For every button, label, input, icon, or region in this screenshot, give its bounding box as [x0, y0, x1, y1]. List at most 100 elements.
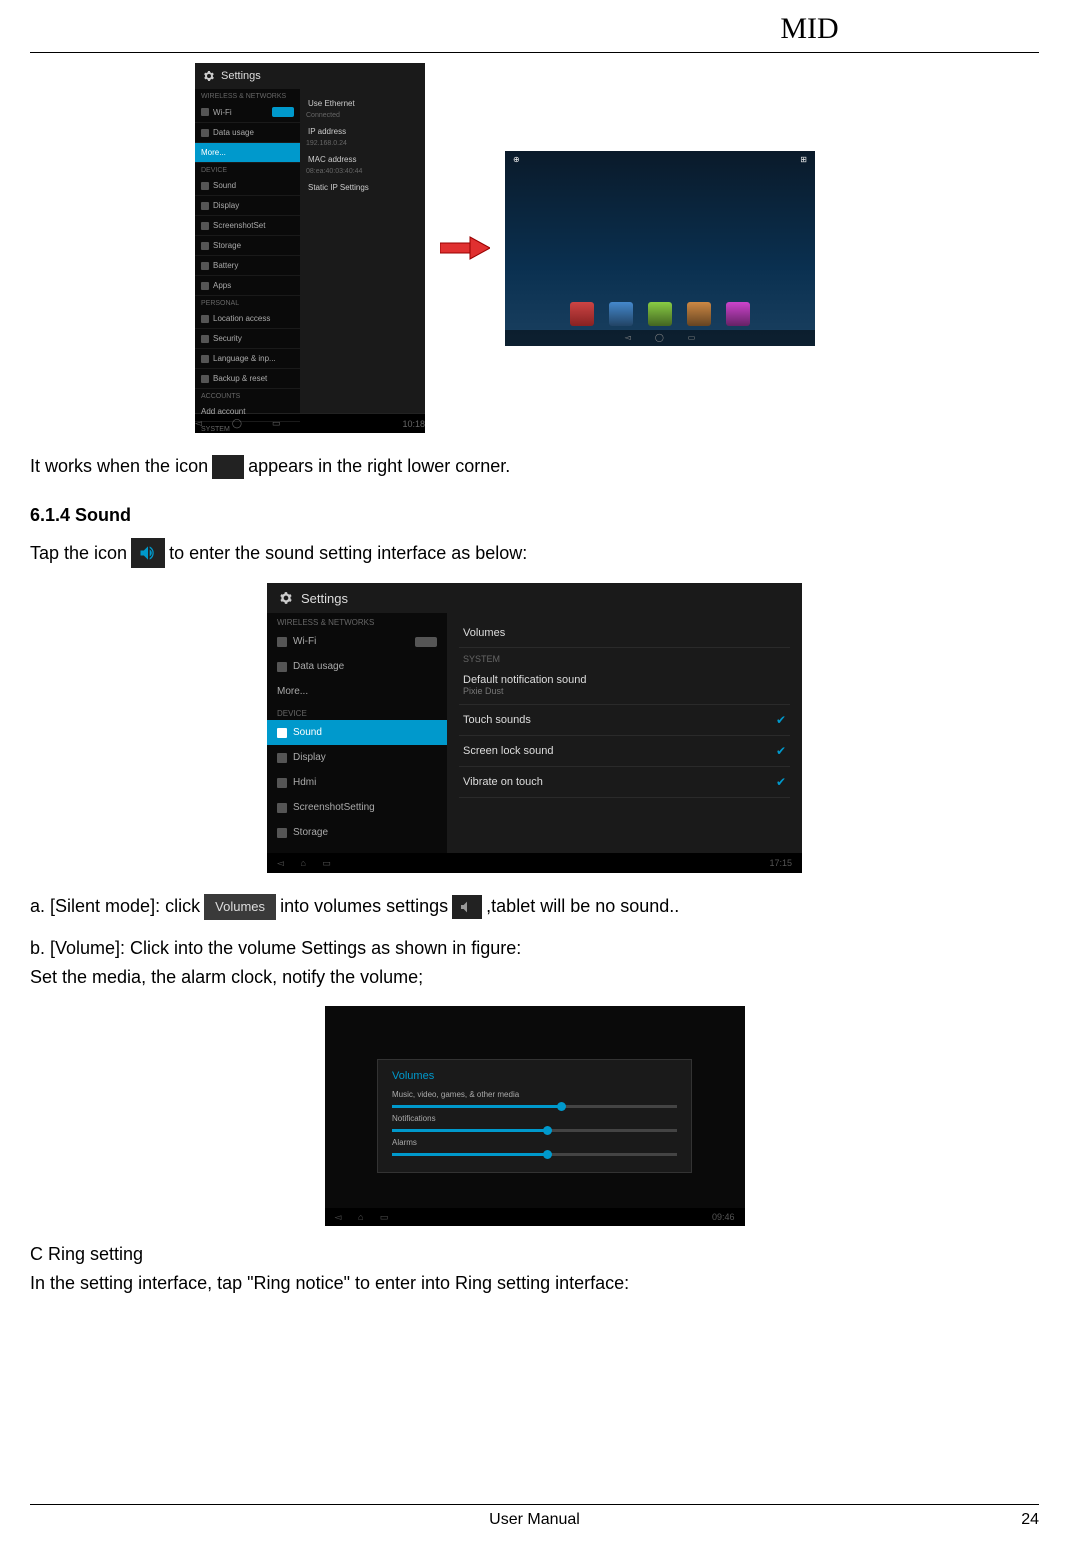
sss-right-lock[interactable]: Screen lock sound✔ — [459, 736, 790, 767]
display-icon — [277, 753, 287, 763]
ss1-titlebar: Settings — [195, 63, 425, 89]
dock-icon-2[interactable] — [609, 302, 633, 326]
ss1-right-mac-value: 08:ea:40:03:40:44 — [306, 168, 419, 179]
storage-icon — [277, 828, 287, 838]
ss2-dock — [570, 302, 750, 326]
homescreen-screenshot: ⊕ ⊞ ◅ ◯ ▭ — [505, 151, 815, 346]
ss1-item-backup[interactable]: Backup & reset — [195, 369, 300, 389]
back-icon[interactable]: ◅ — [625, 333, 631, 342]
wifi-toggle[interactable] — [415, 637, 437, 647]
sss-item-more[interactable]: More... — [267, 679, 447, 704]
ss1-right-ip-value: 192.168.0.24 — [306, 140, 419, 151]
para-ring-c: C Ring setting — [30, 1241, 1039, 1268]
ss1-item-location[interactable]: Location access — [195, 309, 300, 329]
volume-dialog: Volumes Music, video, games, & other med… — [377, 1059, 692, 1173]
home-icon[interactable]: ◯ — [232, 418, 242, 429]
recent-icon[interactable]: ▭ — [688, 333, 696, 342]
ss1-right-connected: Connected — [306, 112, 419, 123]
ss1-right-ethernet[interactable]: Use Ethernet — [306, 95, 419, 112]
dock-icon-1[interactable] — [570, 302, 594, 326]
ss1-section-personal: PERSONAL — [195, 296, 300, 309]
sound-settings-icon — [131, 538, 165, 568]
ss1-item-display[interactable]: Display — [195, 196, 300, 216]
back-icon[interactable]: ◅ — [335, 1212, 342, 1222]
sss-section-device: DEVICE — [267, 704, 447, 720]
ss1-section-wireless: WIRELESS & NETWORKS — [195, 89, 300, 102]
ss1-item-storage[interactable]: Storage — [195, 236, 300, 256]
dock-icon-4[interactable] — [687, 302, 711, 326]
sss-right-volumes[interactable]: Volumes — [459, 619, 790, 648]
para-tap-icon: Tap the icon to enter the sound setting … — [30, 538, 1039, 568]
ss1-item-addaccount[interactable]: Add account — [195, 402, 300, 422]
ss1-item-battery[interactable]: Battery — [195, 256, 300, 276]
page-footer: User Manual 24 — [30, 1504, 1039, 1529]
hdmi-icon — [277, 778, 287, 788]
para-silent-mode: a. [Silent mode]: click Volumes into vol… — [30, 893, 1039, 920]
wifi-icon — [277, 637, 287, 647]
ss1-item-sound[interactable]: Sound — [195, 176, 300, 196]
home-icon[interactable]: ⌂ — [358, 1212, 363, 1222]
google-hint[interactable]: ⊕ — [513, 155, 520, 169]
sss-right-vibrate[interactable]: Vibrate on touch✔ — [459, 767, 790, 798]
ss1-item-apps[interactable]: Apps — [195, 276, 300, 296]
display-icon — [201, 202, 209, 210]
sss-item-wifi[interactable]: Wi-Fi — [267, 629, 447, 654]
dock-icon-3[interactable] — [648, 302, 672, 326]
sss-right-notif[interactable]: Default notification sound Pixie Dust — [459, 666, 790, 705]
sss-item-storage[interactable]: Storage — [267, 820, 447, 845]
ss1-title: Settings — [221, 70, 261, 82]
media-slider[interactable] — [392, 1105, 677, 1108]
sss-right-touch[interactable]: Touch sounds✔ — [459, 705, 790, 736]
ss2-navbar: ◅ ◯ ▭ — [505, 330, 815, 346]
footer-rule — [30, 1504, 1039, 1505]
sss-titlebar: Settings — [267, 583, 802, 613]
ss1-item-wifi[interactable]: Wi-Fi — [195, 102, 300, 123]
para-volume-c: Set the media, the alarm clock, notify t… — [30, 964, 1039, 991]
back-icon[interactable]: ◅ — [195, 418, 202, 429]
recent-icon[interactable]: ▭ — [322, 858, 331, 868]
sss-item-data[interactable]: Data usage — [267, 654, 447, 679]
dock-icon-5[interactable] — [726, 302, 750, 326]
ss1-item-security[interactable]: Security — [195, 329, 300, 349]
notif-slider[interactable] — [392, 1129, 677, 1132]
home-icon[interactable]: ⌂ — [300, 858, 305, 868]
ss1-right-staticip[interactable]: Static IP Settings — [306, 179, 419, 196]
ss1-section-device: DEVICE — [195, 163, 300, 176]
media-slider-label: Music, video, games, & other media — [392, 1090, 677, 1099]
heading-sound: 6.1.4 Sound — [30, 505, 1039, 526]
para-it-works: It works when the icon appears in the ri… — [30, 453, 1039, 480]
alarm-slider[interactable] — [392, 1153, 677, 1156]
recent-icon[interactable]: ▭ — [272, 418, 281, 429]
sss-section-wireless: WIRELESS & NETWORKS — [267, 613, 447, 629]
ssv-time: 09:46 — [712, 1212, 735, 1222]
sss-item-screenshot[interactable]: ScreenshotSetting — [267, 795, 447, 820]
volume-dialog-title: Volumes — [392, 1070, 677, 1082]
ss1-right-pane: Use Ethernet Connected IP address 192.16… — [300, 89, 425, 413]
ss1-item-more[interactable]: More... — [195, 143, 300, 163]
wifi-toggle[interactable] — [272, 107, 294, 117]
gear-icon — [203, 70, 215, 82]
storage-icon — [201, 242, 209, 250]
ss1-section-system: SYSTEM — [195, 422, 300, 433]
screenshot-icon — [201, 222, 209, 230]
ss1-section-accounts: ACCOUNTS — [195, 389, 300, 402]
sss-item-sound[interactable]: Sound — [267, 720, 447, 745]
ss1-time: 10:18 — [402, 419, 425, 429]
ss2-statusbar: ⊕ ⊞ — [505, 155, 815, 169]
sss-navbar: ◅ ⌂ ▭ 17:15 — [267, 853, 802, 873]
recent-icon[interactable]: ▭ — [380, 1212, 389, 1222]
home-icon[interactable]: ◯ — [655, 333, 664, 342]
check-icon: ✔ — [776, 775, 786, 789]
apps-grid-icon[interactable]: ⊞ — [800, 155, 807, 169]
ss1-item-screenshot[interactable]: ScreenshotSet — [195, 216, 300, 236]
ss1-item-data[interactable]: Data usage — [195, 123, 300, 143]
red-arrow-icon — [440, 233, 490, 263]
ss1-item-language[interactable]: Language & inp... — [195, 349, 300, 369]
figure-row-1: Settings WIRELESS & NETWORKS Wi-Fi Data … — [195, 63, 1039, 433]
sound-settings-screenshot: Settings WIRELESS & NETWORKS Wi-Fi Data … — [267, 583, 802, 873]
sss-item-hdmi[interactable]: Hdmi — [267, 770, 447, 795]
sss-item-display[interactable]: Display — [267, 745, 447, 770]
para-ring-body: In the setting interface, tap "Ring noti… — [30, 1270, 1039, 1297]
check-icon: ✔ — [776, 713, 786, 727]
back-icon[interactable]: ◅ — [277, 858, 284, 868]
